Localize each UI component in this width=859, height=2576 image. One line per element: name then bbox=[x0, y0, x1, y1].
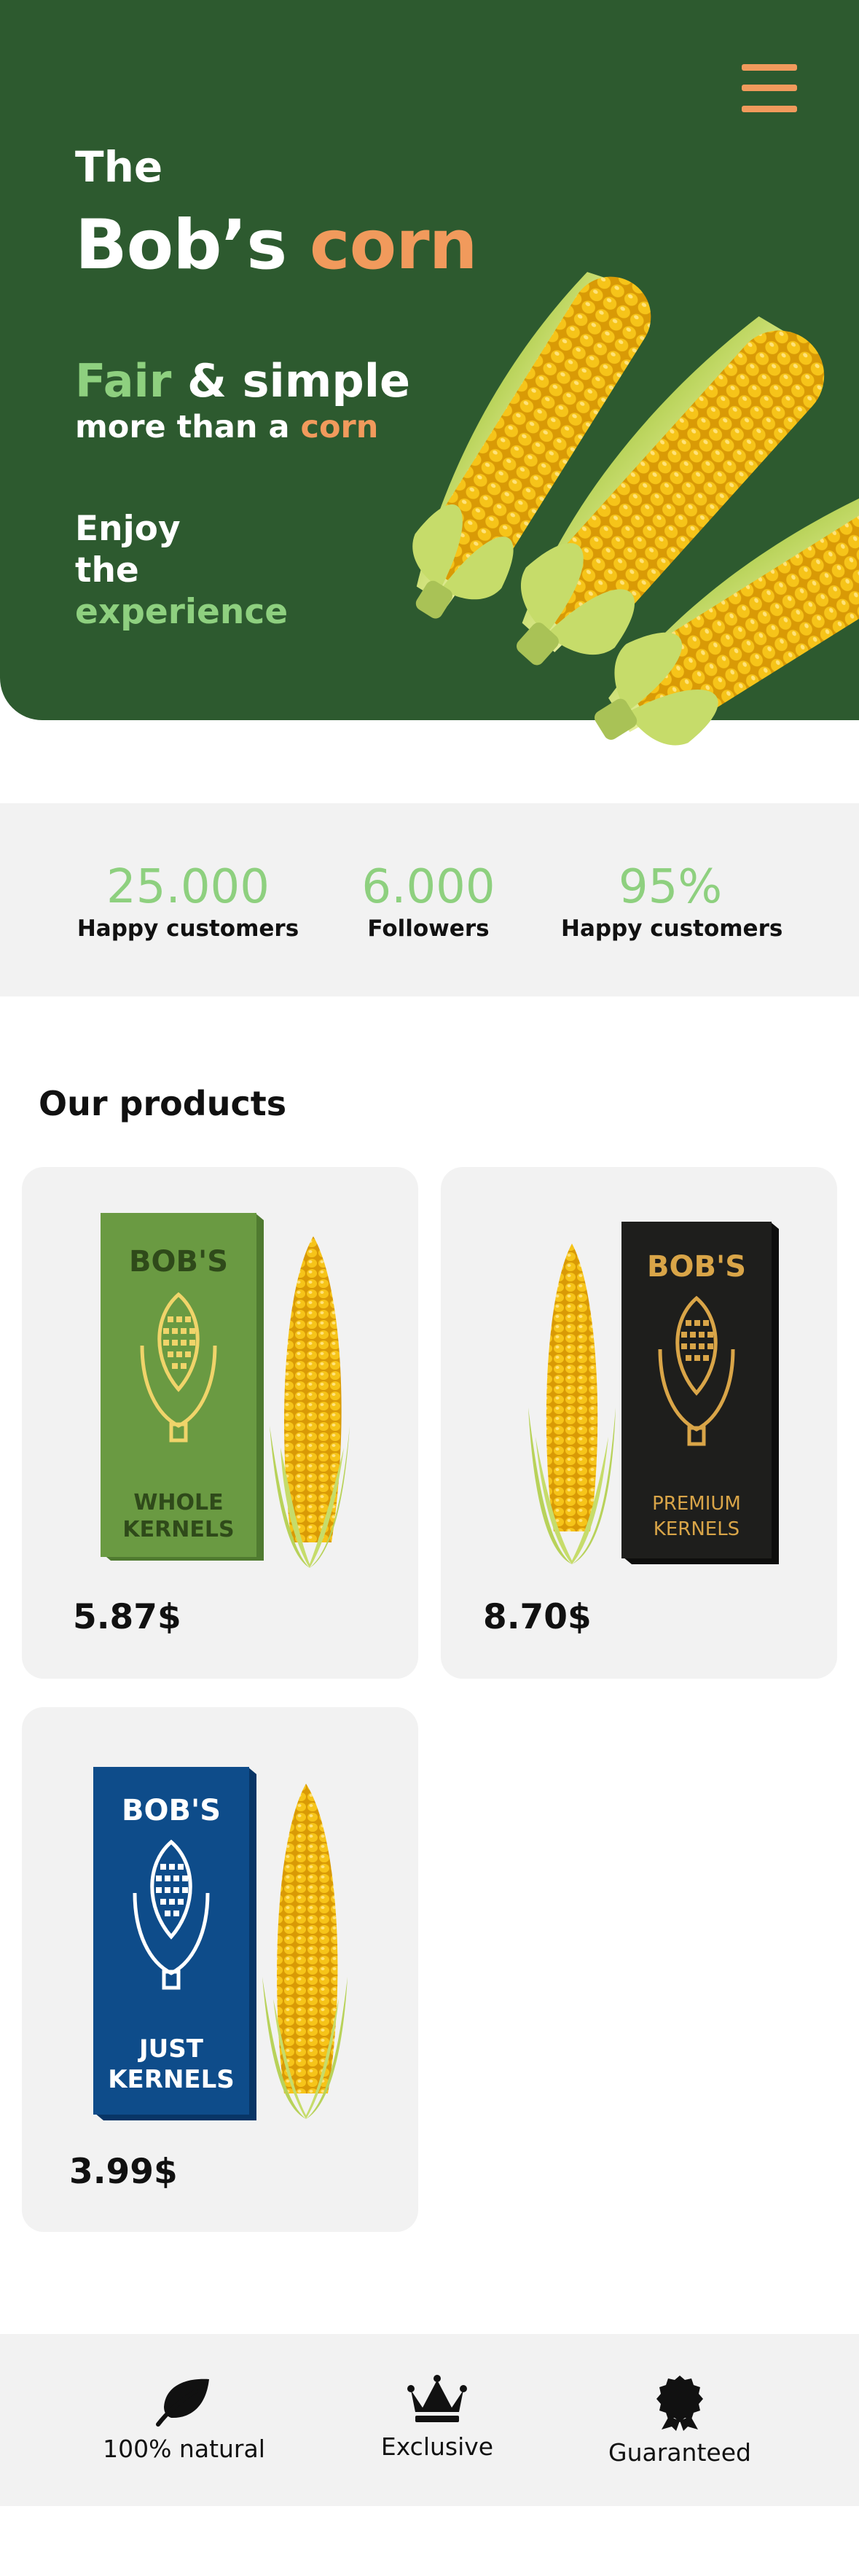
leaf-icon bbox=[155, 2378, 209, 2427]
stat-label: Happy customers bbox=[77, 916, 299, 942]
hero-enjoy-line-2: the bbox=[75, 550, 139, 590]
hero-subline: more than a corn bbox=[75, 409, 378, 445]
product-price: 5.87$ bbox=[73, 1597, 181, 1637]
product-box-line2: KERNELS bbox=[122, 1517, 234, 1542]
hero-subline-accent: corn bbox=[300, 409, 379, 445]
stat-item: 95% Happy customers bbox=[561, 860, 783, 942]
hero-corn-illustration bbox=[412, 272, 859, 746]
product-box-brand: BOB'S bbox=[647, 1250, 746, 1284]
hero-the: The bbox=[75, 142, 163, 192]
stats-section: 25.000 Happy customers 6.000 Followers 9… bbox=[0, 803, 859, 996]
corn-cob-image bbox=[546, 1244, 598, 1531]
stat-label: Happy customers bbox=[561, 916, 783, 942]
feature-item: Exclusive bbox=[364, 2374, 510, 2461]
hero-enjoy-text: Enjoy the experience bbox=[75, 508, 288, 633]
product-image: BOB'S JUST KERNELS bbox=[93, 1767, 348, 2120]
feature-label: Guaranteed bbox=[608, 2438, 751, 2467]
product-box-line2: KERNELS bbox=[108, 2065, 235, 2094]
hamburger-menu-icon[interactable] bbox=[742, 64, 797, 112]
stat-item: 6.000 Followers bbox=[341, 862, 516, 942]
product-card[interactable]: BOB'S WHOLE KERNELS 5.87$ bbox=[22, 1167, 418, 1679]
product-image: BOB'S WHOLE KERNELS bbox=[101, 1213, 350, 1568]
product-box-line1: JUST bbox=[138, 2034, 204, 2064]
product-box-line1: PREMIUM bbox=[652, 1493, 741, 1515]
product-card[interactable]: BOB'S PREMIUM KERNELS 8.70$ bbox=[441, 1167, 837, 1679]
features-section: 100% natural Exclusive Guaranteed bbox=[0, 2334, 859, 2506]
stat-value: 95% bbox=[618, 860, 723, 914]
award-badge-icon bbox=[656, 2376, 703, 2431]
hero-tagline: Fair & simple bbox=[75, 354, 410, 407]
hero-tagline-accent: Fair bbox=[75, 354, 172, 407]
stat-value: 25.000 bbox=[106, 860, 270, 914]
hero-tagline-rest: & simple bbox=[187, 354, 411, 407]
hero-brand-main: Bob’s bbox=[75, 206, 287, 285]
feature-label: Exclusive bbox=[380, 2432, 494, 2461]
product-box-brand: BOB'S bbox=[122, 1794, 221, 1827]
product-card[interactable]: BOB'S JUST KERNELS 3.99$ bbox=[22, 1707, 418, 2232]
hero-enjoy-line-1: Enjoy bbox=[75, 509, 181, 549]
product-image: BOB'S PREMIUM KERNELS bbox=[528, 1222, 779, 1564]
feature-label: 100% natural bbox=[103, 2435, 265, 2463]
crown-icon bbox=[407, 2375, 467, 2422]
feature-item: 100% natural bbox=[95, 2376, 273, 2463]
products-section-title: Our products bbox=[39, 1084, 287, 1123]
stat-value: 6.000 bbox=[361, 860, 495, 914]
feature-item: Guaranteed bbox=[599, 2374, 761, 2467]
hero-section: The Bob’s corn Fair & simple more than a… bbox=[0, 0, 859, 746]
product-price: 3.99$ bbox=[69, 2152, 178, 2192]
hero-enjoy-line-3: experience bbox=[75, 592, 289, 632]
product-price: 8.70$ bbox=[483, 1597, 592, 1637]
stat-item: 25.000 Happy customers bbox=[71, 862, 305, 942]
product-box-brand: BOB'S bbox=[129, 1245, 228, 1279]
product-box-line1: WHOLE bbox=[133, 1490, 223, 1515]
stat-label: Followers bbox=[367, 916, 490, 942]
product-box-line2: KERNELS bbox=[654, 1518, 740, 1540]
hero-subline-main: more than a bbox=[75, 409, 290, 445]
